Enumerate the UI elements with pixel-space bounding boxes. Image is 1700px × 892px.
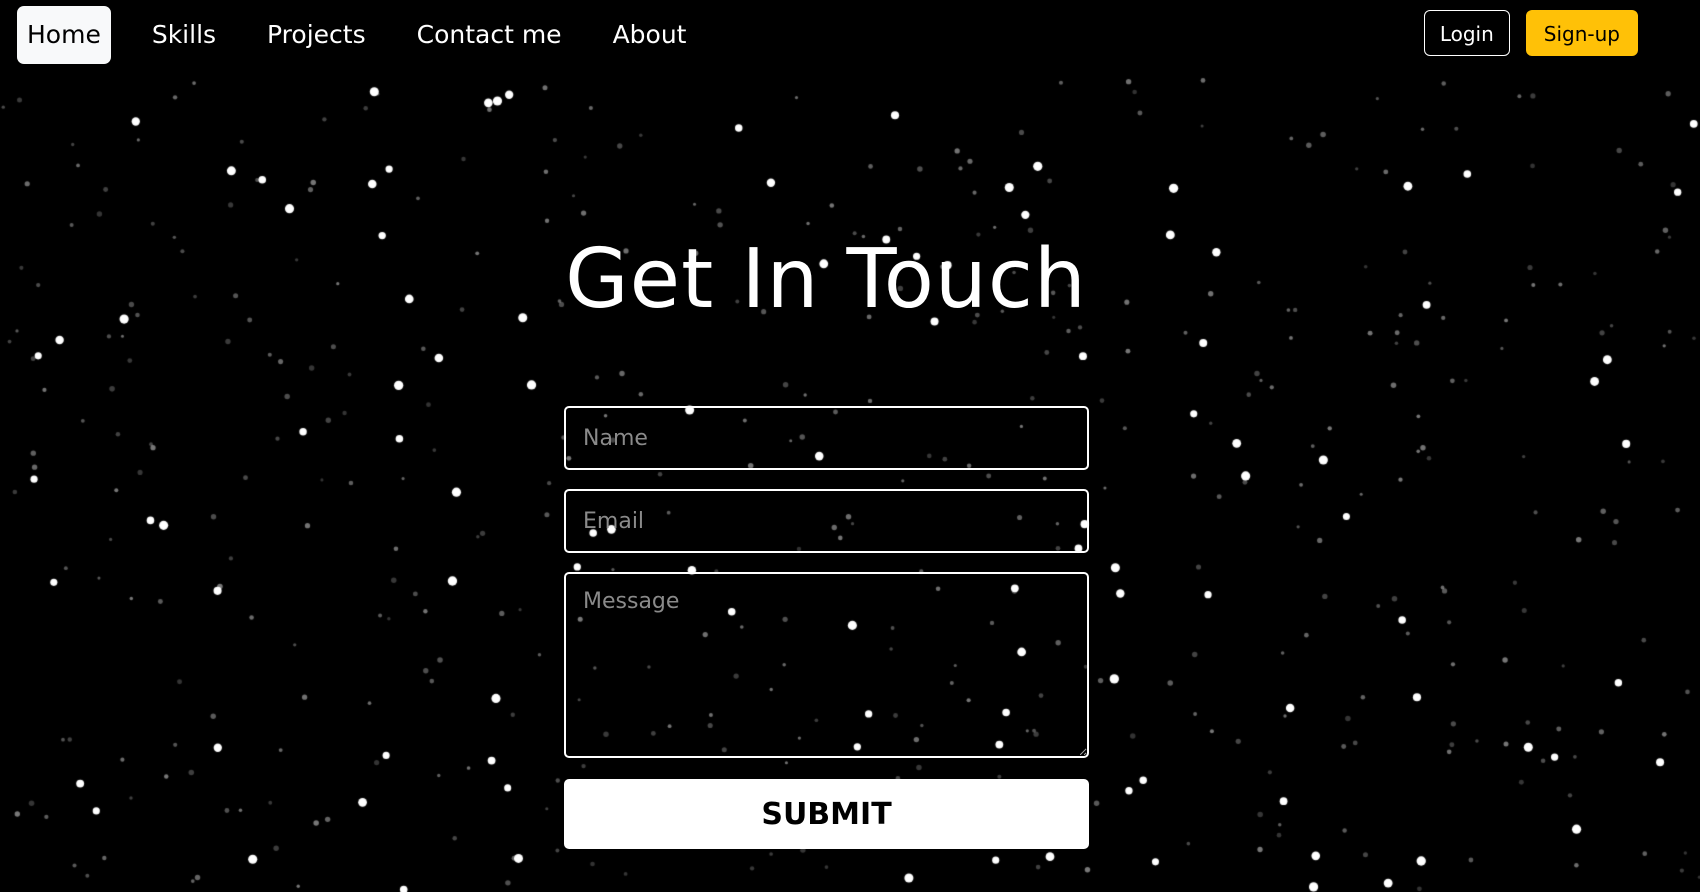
nav-item-about[interactable]: About — [603, 6, 697, 64]
submit-button[interactable]: SUBMIT — [564, 779, 1089, 849]
nav-item-contact[interactable]: Contact me — [407, 6, 572, 64]
signup-button[interactable]: Sign-up — [1525, 10, 1638, 56]
contact-form: SUBMIT — [564, 406, 1089, 849]
navbar: Home Skills Projects Contact me About Lo… — [0, 0, 1700, 72]
nav-item-skills[interactable]: Skills — [142, 6, 226, 64]
nav-actions: Login Sign-up — [1423, 10, 1638, 56]
page: Home Skills Projects Contact me About Lo… — [0, 0, 1700, 892]
name-input[interactable] — [564, 406, 1089, 470]
nav-links: Home Skills Projects Contact me About — [17, 6, 727, 64]
message-textarea[interactable] — [564, 572, 1089, 758]
page-title: Get In Touch — [565, 232, 1087, 327]
email-input[interactable] — [564, 489, 1089, 553]
nav-item-projects[interactable]: Projects — [257, 6, 376, 64]
nav-item-home[interactable]: Home — [17, 6, 111, 64]
login-button[interactable]: Login — [1423, 10, 1510, 56]
